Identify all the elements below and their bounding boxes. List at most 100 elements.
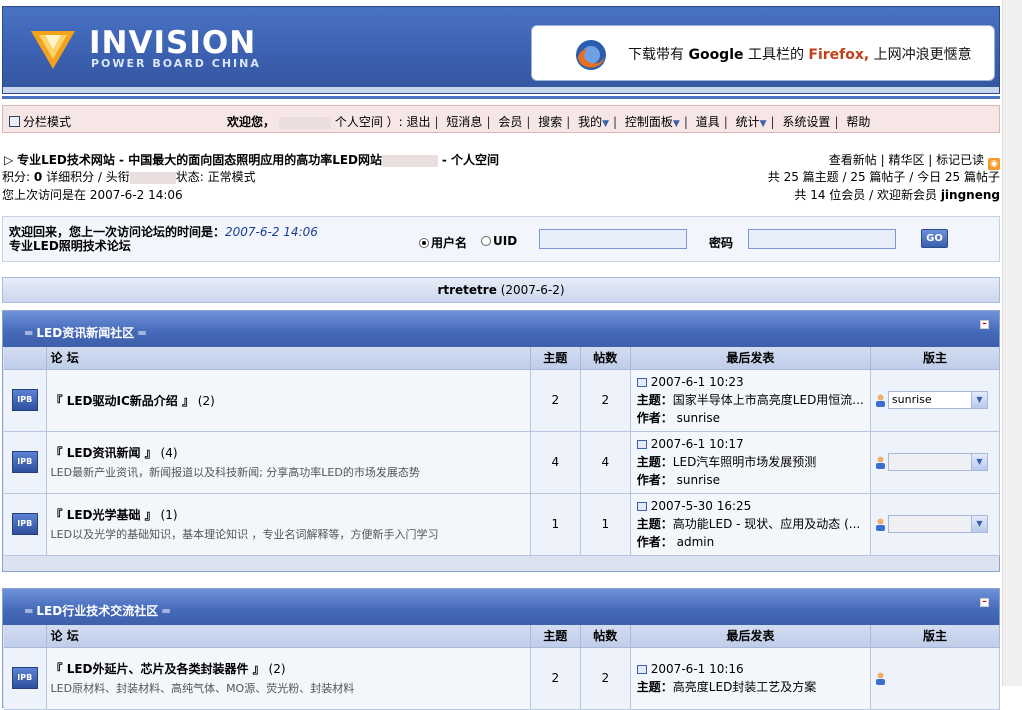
site-title-line: ▷ 专业LED技术网站 - 中国最大的面向固态照明应用的高功率LED网站 - 个…	[4, 151, 499, 168]
control-panel-link[interactable]: 控制面板▼	[625, 115, 680, 129]
last-post-icon[interactable]	[636, 665, 647, 674]
firefox-icon	[576, 40, 606, 70]
forum-name-link[interactable]: 『 LED资讯新闻 』	[51, 446, 157, 460]
last-author-link[interactable]: admin	[677, 535, 715, 549]
last-post-icon[interactable]	[636, 378, 647, 387]
moderator-select[interactable]: sunrise ▼	[887, 391, 988, 409]
user-icon	[875, 456, 885, 469]
control-panel-dropdown-icon: ▼	[672, 119, 680, 129]
current-user-link[interactable]: rtretetre	[437, 283, 496, 297]
title-redacted	[129, 171, 176, 184]
password-label: 密码	[709, 236, 734, 250]
my-menu-dropdown-icon: ▼	[602, 119, 610, 129]
last-subject-link[interactable]: 高功能LED - 现状、应用及动态 (...	[673, 517, 860, 531]
header-strip	[3, 87, 999, 93]
table-row: IPB 『 LED外延片、芯片及各类封装器件 』 (2) LED原材料、封装材料、…	[4, 647, 1001, 710]
category-header: ═ LED资讯新闻社区 ═ –	[3, 311, 999, 347]
col-topics: 主题	[530, 625, 581, 648]
forum-name-link[interactable]: 『 LED外延片、芯片及各类封装器件 』	[51, 662, 265, 676]
forum-table: 论 坛 主题 帖数 最后发表 版主 IPB 『 LED驱动IC新品介绍 』 (2…	[4, 347, 1001, 556]
forum-icon[interactable]: IPB	[11, 513, 38, 535]
new-posts-link[interactable]: 查看新帖	[829, 153, 877, 167]
table-row: IPB 『 LED资讯新闻 』 (4) LED最新产业资讯，新闻报道以及科技新闻;…	[4, 431, 1001, 494]
username-input[interactable]	[539, 229, 687, 249]
category-led-tech: ═ LED行业技术交流社区 ═ – 论 坛 主题 帖数 最后发表 版主 IPB …	[2, 588, 1001, 710]
forum-table: 论 坛 主题 帖数 最后发表 版主 IPB 『 LED外延片、芯片及各类封装器件…	[4, 625, 1001, 710]
mark-read-link[interactable]: 标记已读	[936, 153, 984, 167]
personal-space-link[interactable]: 个人空间 ）:	[335, 115, 403, 129]
last-author-link[interactable]: sunrise	[677, 473, 720, 487]
login-go-button[interactable]: GO	[921, 229, 948, 248]
messages-link[interactable]: 短消息	[446, 115, 482, 129]
new-member-link[interactable]: jingneng	[941, 188, 1000, 202]
user-icon	[875, 394, 885, 407]
member-stats: 共 14 位会员 / 欢迎新会员 jingneng	[794, 188, 1000, 202]
forum-description: LED以及光学的基础知识，基本理论知识 ，专业名词解释等，方便新手入门学习	[50, 528, 439, 541]
view-mode-link[interactable]: 分栏模式	[9, 113, 71, 130]
forum-name-link[interactable]: 『 LED驱动IC新品介绍 』	[51, 394, 194, 408]
col-topics: 主题	[530, 347, 581, 370]
chevron-down-icon: ▼	[970, 392, 987, 408]
last-post-icon[interactable]	[636, 502, 647, 511]
site-redacted	[382, 154, 439, 167]
members-link[interactable]: 会员	[498, 115, 522, 129]
logo-subtitle: POWER BOARD CHINA	[91, 57, 261, 70]
user-icon	[875, 672, 885, 685]
site-suffix: - 个人空间	[441, 153, 500, 167]
col-posts: 帖数	[580, 347, 631, 370]
forum-name-link[interactable]: 『 LED光学基础 』	[51, 508, 157, 522]
col-moderator: 版主	[870, 625, 1001, 648]
help-link[interactable]: 帮助	[846, 115, 870, 129]
user-nav: 欢迎您， 个人空间 ）: 退出 | 短消息 | 会员 | 搜索 | 我的▼ | 控制面板▼…	[227, 115, 871, 129]
col-forum: 论 坛	[46, 625, 531, 648]
category-title[interactable]: ═ LED行业技术交流社区 ═	[25, 602, 170, 619]
last-subject-link[interactable]: 国家半导体上市高亮度LED用恒流...	[673, 393, 864, 407]
header-banner: INVISION POWER BOARD CHINA 下载带有 Google 工…	[2, 6, 1000, 94]
forum-description: LED原材料、封装材料、高纯气体、MO源、荧光粉、封装材料	[50, 682, 355, 695]
table-row: IPB 『 LED驱动IC新品介绍 』 (2) 2 2 2007-6-1 10:…	[4, 369, 1001, 432]
settings-link[interactable]: 系统设置	[782, 115, 830, 129]
search-link[interactable]: 搜索	[538, 115, 562, 129]
col-last-post: 最后发表	[630, 347, 871, 370]
stats-link[interactable]: 统计▼	[736, 115, 767, 129]
logout-link[interactable]: 退出	[407, 115, 431, 129]
last-post-icon[interactable]	[636, 440, 647, 449]
last-subject-link[interactable]: 高亮度LED封装工艺及方案	[673, 680, 817, 694]
category-header: ═ LED行业技术交流社区 ═ –	[3, 589, 999, 625]
view-mode-icon	[9, 116, 20, 127]
category-title[interactable]: ═ LED资讯新闻社区 ═	[25, 324, 146, 341]
collapse-icon[interactable]: –	[980, 320, 989, 329]
items-link[interactable]: 道具	[696, 115, 720, 129]
table-row: IPB 『 LED光学基础 』 (1) LED以及光学的基础知识，基本理论知识 ，…	[4, 493, 1001, 556]
col-moderator: 版主	[870, 347, 1001, 370]
moderator-select[interactable]: ▼	[887, 453, 988, 471]
col-icon	[4, 625, 47, 648]
firefox-ad-banner[interactable]: 下载带有 Google 工具栏的 Firefox, 上网冲浪更惬意	[531, 25, 995, 81]
last-subject-link[interactable]: LED汽车照明市场发展预测	[673, 455, 817, 469]
chevron-down-icon: ▼	[970, 516, 987, 532]
header-divider	[2, 96, 1000, 99]
forum-icon[interactable]: IPB	[11, 451, 38, 473]
site-title-link[interactable]: 专业LED技术网站 - 中国最大的面向固态照明应用的高功率LED网站	[17, 153, 382, 167]
my-menu-link[interactable]: 我的▼	[578, 115, 609, 129]
username-redacted	[279, 116, 332, 129]
points-line: 积分: 0 详细积分 / 头衔 状态: 正常模式	[2, 170, 256, 184]
radio-username[interactable]: 用户名	[419, 234, 467, 251]
collapse-icon[interactable]: –	[980, 598, 989, 607]
points-detail-link[interactable]: 详细积分 / 头衔	[46, 170, 130, 184]
current-user-bar: rtretetre (2007-6-2)	[2, 277, 1000, 303]
radio-username-button	[419, 238, 429, 248]
radio-uid[interactable]: UID	[481, 234, 517, 248]
welcome-label: 欢迎您，	[227, 115, 276, 129]
forum-icon[interactable]: IPB	[11, 389, 38, 411]
category-led-news: ═ LED资讯新闻社区 ═ – 论 坛 主题 帖数 最后发表 版主 IPB 『 …	[2, 310, 1001, 572]
password-input[interactable]	[748, 229, 896, 249]
last-visit: 您上次访问是在 2007-6-2 14:06	[2, 188, 183, 202]
forum-name: 专业LED照明技术论坛	[9, 239, 131, 253]
col-icon	[4, 347, 47, 370]
moderator-select[interactable]: ▼	[887, 515, 988, 533]
invision-logo-icon[interactable]	[29, 25, 77, 73]
last-author-link[interactable]: sunrise	[677, 411, 720, 425]
digest-link[interactable]: 精华区	[888, 153, 924, 167]
page-scrollbar[interactable]	[1002, 0, 1022, 686]
